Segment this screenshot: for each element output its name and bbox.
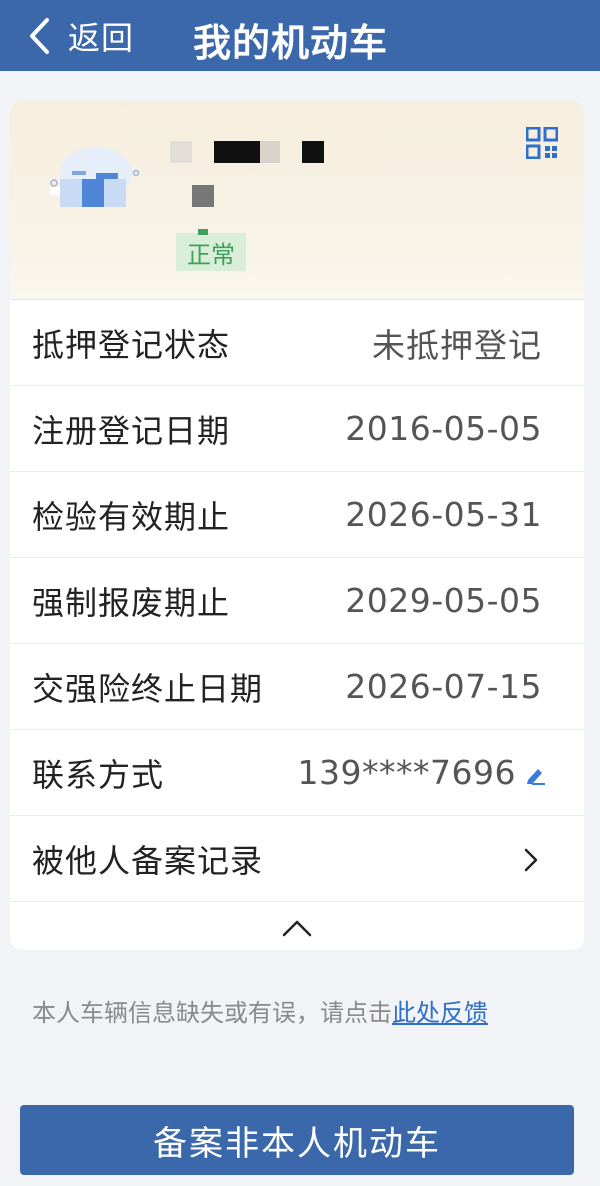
header-bar: 返回 我的机动车 xyxy=(0,0,600,71)
row-label: 抵押登记状态 xyxy=(32,325,231,364)
feedback-prompt: 本人车辆信息缺失或有误，请点击 xyxy=(32,999,392,1027)
chevron-right-icon xyxy=(524,848,538,872)
row-mortgage-status: 抵押登记状态 未抵押登记 xyxy=(10,300,584,386)
row-contact[interactable]: 联系方式 139****7696 xyxy=(10,730,584,816)
row-label: 联系方式 xyxy=(32,755,165,794)
plate-blur xyxy=(214,141,260,163)
register-other-vehicle-button[interactable]: 备案非本人机动车 xyxy=(20,1105,574,1175)
plate-blur xyxy=(170,141,192,163)
row-label: 交强险终止日期 xyxy=(32,669,264,708)
status-dot xyxy=(198,229,208,235)
row-scrap-deadline: 强制报废期止 2029-05-05 xyxy=(10,558,584,644)
plate-blur xyxy=(192,185,214,207)
info-list: 抵押登记状态 未抵押登记 注册登记日期 2016-05-05 检验有效期止 20… xyxy=(10,300,584,902)
vehicle-summary: 正常 xyxy=(10,101,584,300)
row-insurance-end-date: 交强险终止日期 2026-07-15 xyxy=(10,644,584,730)
vehicle-card: 正常 抵押登记状态 未抵押登记 注册登记日期 2016-05-05 检验有效期止… xyxy=(10,101,584,950)
row-value: 2029-05-05 xyxy=(345,581,542,620)
feedback-link[interactable]: 此处反馈 xyxy=(392,999,488,1027)
page-title: 我的机动车 xyxy=(193,21,389,65)
row-value: 2016-05-05 xyxy=(345,409,542,448)
phone-value: 139****7696 xyxy=(297,753,516,792)
back-chevron-icon xyxy=(30,18,49,54)
status-badge: 正常 xyxy=(176,229,246,271)
row-label: 被他人备案记录 xyxy=(32,841,264,880)
row-registration-date: 注册登记日期 2016-05-05 xyxy=(10,386,584,472)
back-label: 返回 xyxy=(68,19,135,57)
status-label: 正常 xyxy=(187,240,235,269)
back-button[interactable]: 返回 xyxy=(28,10,134,62)
row-others-records[interactable]: 被他人备案记录 xyxy=(10,816,584,902)
feedback-text: 本人车辆信息缺失或有误，请点击此处反馈 xyxy=(32,993,488,1028)
edit-icon[interactable] xyxy=(524,766,546,786)
car-icon xyxy=(50,147,140,207)
plate-blur xyxy=(260,141,280,163)
row-label: 强制报废期止 xyxy=(32,583,231,622)
row-value: 2026-05-31 xyxy=(345,495,542,534)
row-label: 检验有效期止 xyxy=(32,497,231,536)
row-label: 注册登记日期 xyxy=(32,411,231,450)
row-value: 2026-07-15 xyxy=(345,667,542,706)
plate-blur xyxy=(302,141,324,163)
row-inspection-expiry: 检验有效期止 2026-05-31 xyxy=(10,472,584,558)
chevron-up-icon[interactable] xyxy=(282,919,312,937)
qr-code-icon[interactable] xyxy=(526,127,558,159)
row-value: 未抵押登记 xyxy=(372,325,542,365)
